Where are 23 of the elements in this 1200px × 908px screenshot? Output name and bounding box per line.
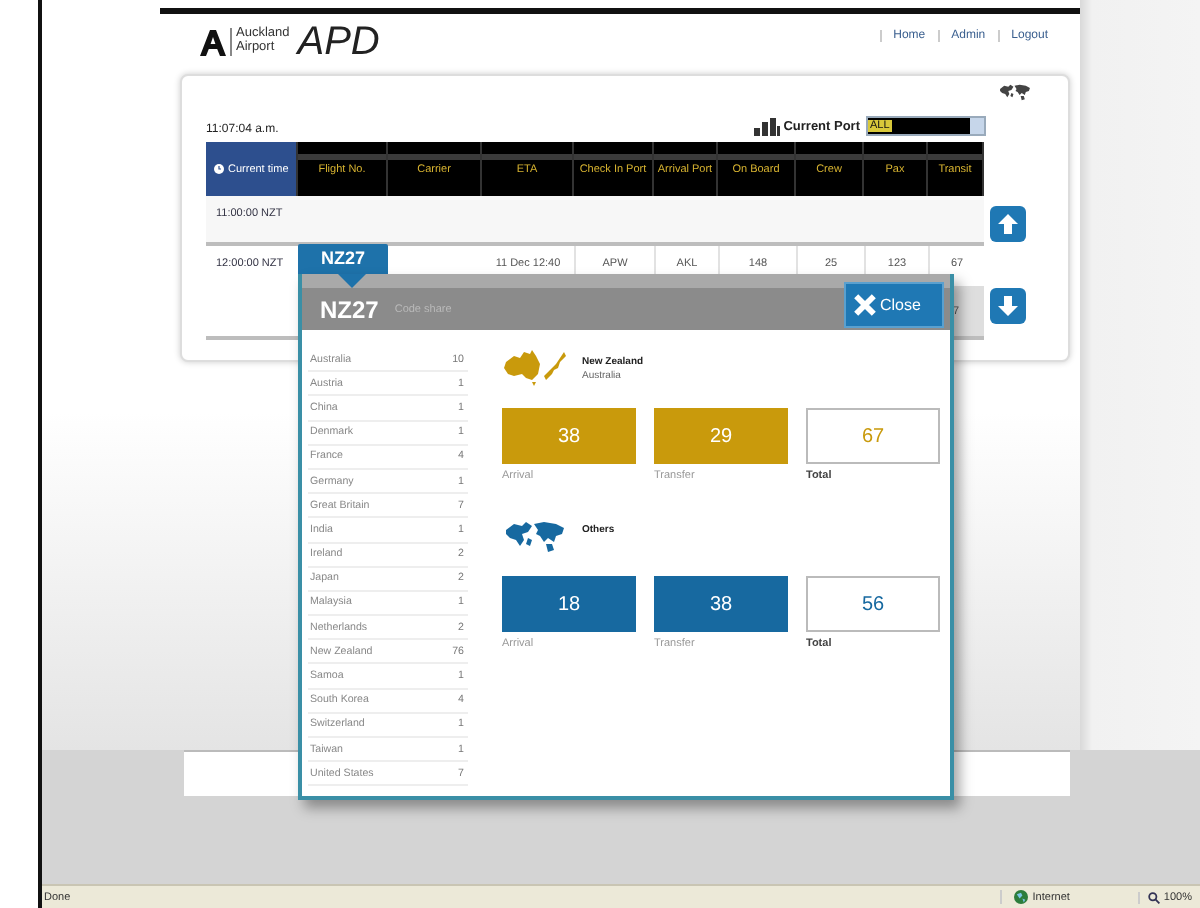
scroll-down-button[interactable] xyxy=(990,288,1026,324)
logo-icon xyxy=(200,29,226,55)
app-title: APD xyxy=(297,19,380,65)
world-map-icon xyxy=(998,82,1032,102)
stat-box: 38 xyxy=(654,576,788,632)
pointer-icon xyxy=(338,274,366,288)
world-map-icon xyxy=(502,516,568,556)
arrow-up-icon xyxy=(996,212,1020,236)
arrow-down-icon xyxy=(996,294,1020,318)
stat-box: 18 xyxy=(502,576,636,632)
clock-icon xyxy=(214,164,224,174)
close-button[interactable]: Close xyxy=(844,281,944,327)
zoom-icon xyxy=(1147,891,1160,903)
stat-box: 38 xyxy=(502,408,636,464)
stat-box: 29 xyxy=(654,408,788,464)
close-icon xyxy=(854,293,876,315)
popup-title: NZ27 xyxy=(320,295,379,323)
total-box: 67 xyxy=(806,408,940,464)
building-icon xyxy=(753,117,780,135)
globe-icon xyxy=(1014,890,1029,904)
total-box: 56 xyxy=(806,576,940,632)
map-icon xyxy=(502,348,568,388)
scroll-up-button[interactable] xyxy=(990,206,1026,242)
